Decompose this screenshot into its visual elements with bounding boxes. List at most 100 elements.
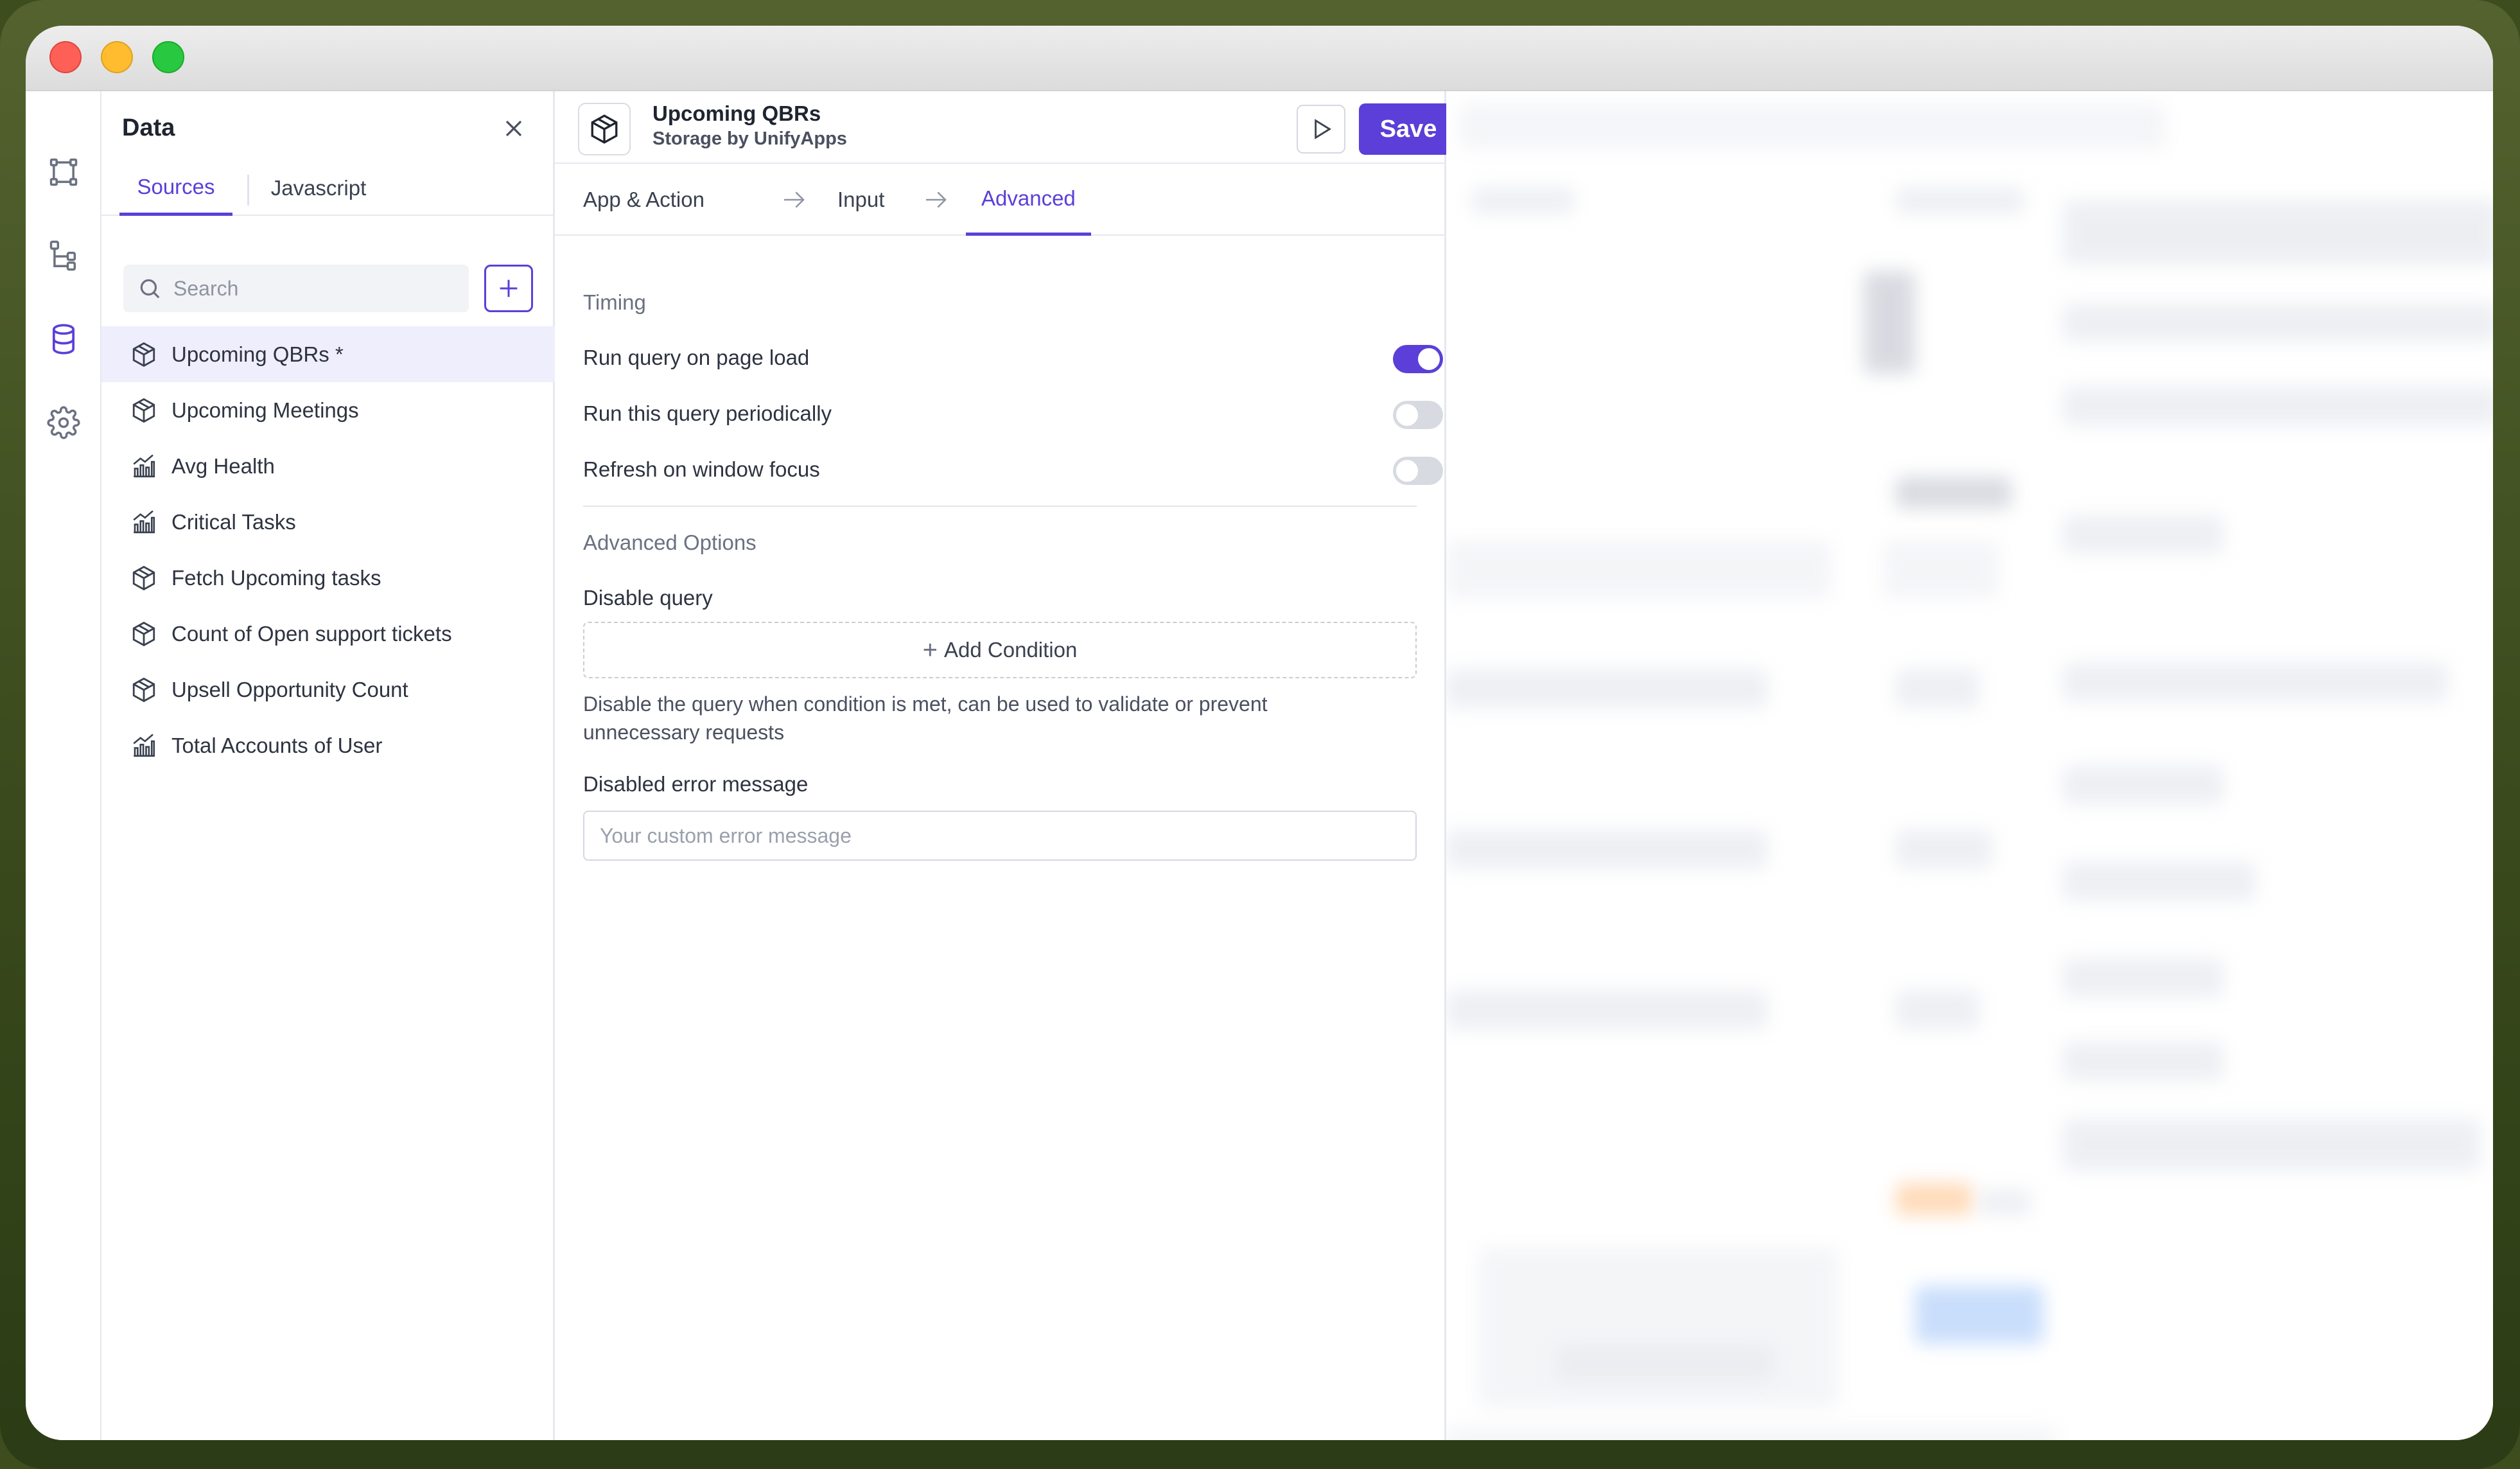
cube-icon: [132, 677, 155, 702]
cube-icon: [132, 621, 155, 646]
list-item[interactable]: Count of Open support tickets: [101, 606, 555, 662]
canvas-placeholder: [1446, 830, 1767, 868]
canvas-placeholder: [2063, 200, 2493, 265]
save-button[interactable]: Save: [1359, 103, 1458, 155]
list-item[interactable]: Total Accounts of User: [101, 717, 555, 773]
maximize-window-button[interactable]: [152, 41, 184, 73]
canvas-placeholder: [1896, 1183, 1973, 1215]
gear-icon[interactable]: [44, 403, 83, 442]
canvas-placeholder: [1459, 104, 2166, 149]
add-condition-label: Add Condition: [944, 638, 1078, 662]
run-periodically-toggle[interactable]: [1393, 401, 1443, 429]
plus-icon: +: [922, 635, 938, 664]
editor-header: Upcoming QBRs Storage by UnifyApps Save: [555, 91, 1458, 164]
database-icon[interactable]: [44, 320, 83, 358]
play-icon: [1315, 119, 1332, 139]
canvas-placeholder: [2063, 303, 2493, 342]
error-message-input[interactable]: [583, 811, 1417, 861]
list-item[interactable]: Critical Tasks: [101, 494, 555, 550]
canvas-placeholder: [1446, 669, 1767, 708]
app-canvas-background: [1446, 91, 2493, 1440]
list-item-label: Count of Open support tickets: [171, 621, 452, 646]
canvas-placeholder: [1883, 541, 1999, 599]
canvas-placeholder: [2063, 766, 2223, 804]
query-name: Upcoming QBRs: [652, 101, 821, 125]
canvas-placeholder: [1472, 188, 1575, 213]
arrow-right-icon: [784, 191, 805, 208]
tree-icon[interactable]: [44, 236, 83, 275]
disable-query-help-text: Disable the query when condition is met,…: [583, 692, 1268, 744]
canvas-placeholder: [1446, 990, 1767, 1029]
canvas-placeholder: [2063, 958, 2223, 997]
run-periodically-label: Run this query periodically: [583, 401, 832, 425]
chart-icon: [133, 510, 155, 533]
canvas-placeholder: [1896, 830, 1992, 868]
cube-icon: [578, 103, 631, 155]
panel-title: Data: [122, 114, 175, 141]
canvas-placeholder: [1896, 477, 2011, 509]
list-item[interactable]: Fetch Upcoming tasks: [101, 550, 555, 606]
minimize-window-button[interactable]: [101, 41, 133, 73]
list-item-label: Critical Tasks: [171, 509, 296, 534]
list-item[interactable]: Avg Health: [101, 438, 555, 494]
list-item-label: Total Accounts of User: [171, 733, 383, 757]
cube-icon: [132, 398, 155, 423]
canvas-placeholder: [2063, 862, 2255, 901]
canvas-placeholder: [2063, 387, 2493, 425]
tab-advanced[interactable]: Advanced: [966, 164, 1091, 236]
sources-list: Upcoming QBRs * Upcoming Meetings Avg He…: [101, 326, 555, 773]
refresh-on-focus-toggle[interactable]: [1393, 457, 1443, 485]
query-editor: Upcoming QBRs Storage by UnifyApps Save …: [555, 91, 1458, 1440]
chart-icon: [133, 734, 155, 757]
tab-sources[interactable]: Sources: [119, 161, 232, 216]
search-input[interactable]: [173, 276, 456, 301]
disable-query-label: Disable query: [583, 586, 713, 610]
canvas-placeholder: [2063, 515, 2223, 554]
list-item-label: Upsell Opportunity Count: [171, 677, 408, 701]
plus-icon: [500, 279, 518, 297]
list-item-label: Upcoming Meetings: [171, 398, 359, 422]
add-condition-button[interactable]: + Add Condition: [583, 622, 1417, 678]
close-window-button[interactable]: [49, 41, 82, 73]
data-panel: Data Sources Javascript Upcoming QB: [101, 91, 555, 1440]
tab-javascript[interactable]: Javascript: [262, 161, 375, 216]
canvas-placeholder: [1979, 1190, 2031, 1215]
timing-section-label: Timing: [583, 290, 646, 314]
canvas-placeholder: [1555, 1344, 1774, 1382]
tab-input[interactable]: Input: [837, 164, 884, 236]
tab-divider: [247, 175, 249, 206]
list-item-label: Upcoming QBRs *: [171, 342, 344, 366]
canvas-placeholder: [2063, 663, 2448, 701]
section-divider: [583, 506, 1417, 507]
run-on-load-toggle[interactable]: [1393, 345, 1443, 373]
canvas-placeholder: [1446, 541, 1832, 599]
arrow-right-icon: [926, 191, 947, 208]
list-item[interactable]: Upcoming Meetings: [101, 382, 555, 438]
canvas-placeholder: [1896, 990, 1979, 1029]
error-message-label: Disabled error message: [583, 772, 809, 796]
canvas-placeholder: [1896, 669, 1979, 708]
run-query-button[interactable]: [1297, 105, 1345, 154]
search-icon: [140, 279, 160, 299]
canvas-placeholder: [2063, 1042, 2223, 1080]
layout-icon[interactable]: [44, 153, 83, 191]
data-panel-tabs: Sources Javascript: [101, 161, 555, 216]
cube-icon: [132, 342, 155, 367]
add-source-button[interactable]: [484, 265, 533, 312]
app-window: Data Sources Javascript Upcoming QB: [26, 26, 2493, 1440]
list-item[interactable]: Upsell Opportunity Count: [101, 662, 555, 717]
list-item[interactable]: Upcoming QBRs *: [101, 326, 555, 382]
query-source: Storage by UnifyApps: [652, 128, 847, 149]
editor-steps: App & Action Input Advanced: [555, 164, 1446, 236]
canvas-placeholder: [1478, 1247, 1838, 1408]
tab-app-action[interactable]: App & Action: [583, 164, 704, 236]
chart-icon: [133, 454, 155, 477]
canvas-placeholder: [2063, 1119, 2480, 1170]
canvas-placeholder: [1446, 1427, 2056, 1440]
left-icon-rail: [26, 91, 101, 1440]
search-box: [123, 265, 469, 312]
advanced-options-label: Advanced Options: [583, 531, 757, 554]
refresh-on-focus-label: Refresh on window focus: [583, 457, 820, 481]
window-titlebar: [26, 26, 2493, 91]
close-icon[interactable]: [500, 114, 528, 143]
